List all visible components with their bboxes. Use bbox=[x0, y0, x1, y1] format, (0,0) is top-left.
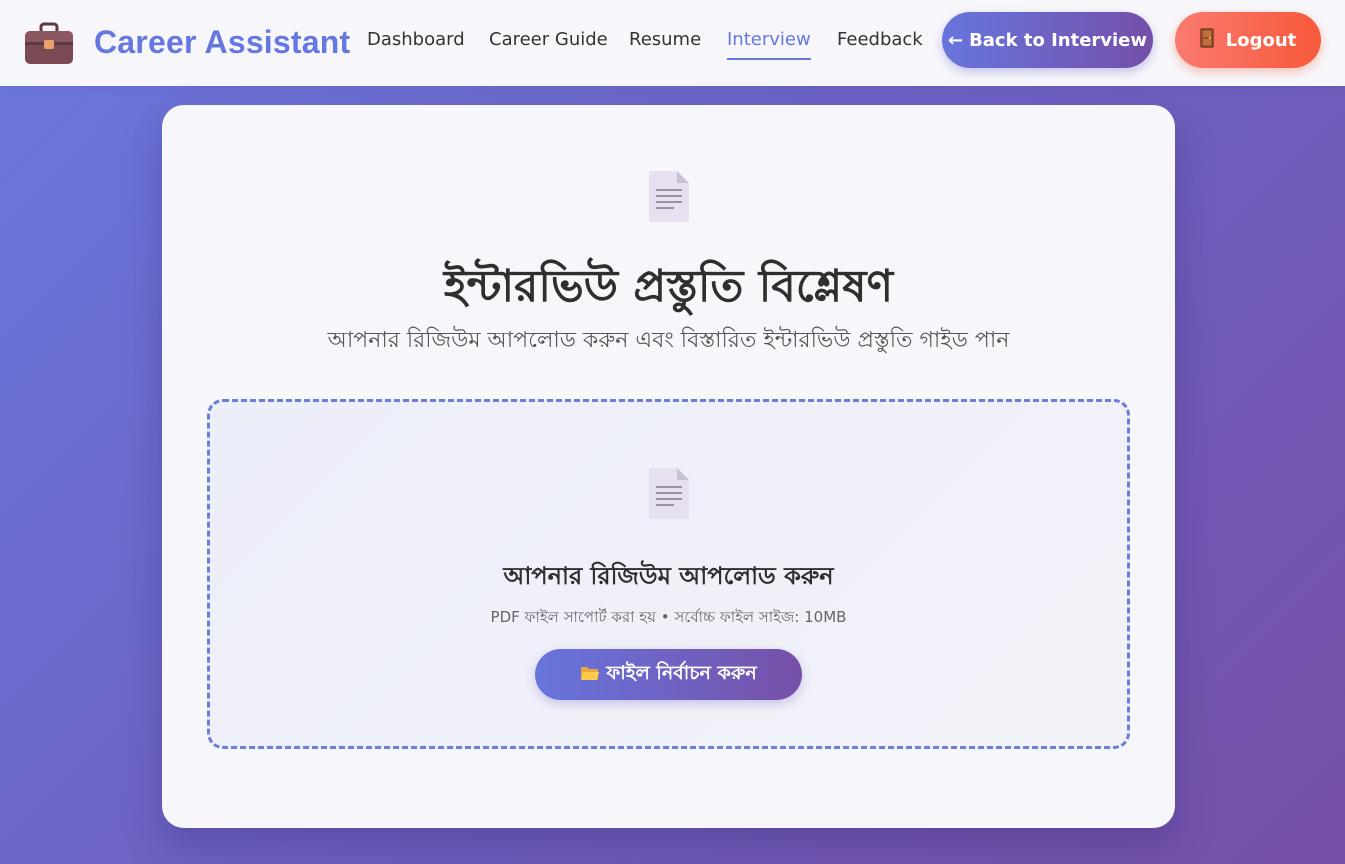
nav-link-interview[interactable]: Interview bbox=[727, 29, 811, 61]
brand-name: Career Assistant bbox=[94, 24, 351, 60]
nav-link-dashboard[interactable]: Dashboard bbox=[367, 29, 465, 61]
nav-link-career-guide[interactable]: Career Guide bbox=[489, 29, 608, 61]
nav-link-resume[interactable]: Resume bbox=[629, 29, 701, 61]
select-file-button[interactable]: ফাইল নির্বাচন করুন bbox=[535, 649, 802, 700]
document-icon bbox=[648, 170, 690, 227]
back-button-label: Back to Interview bbox=[969, 29, 1148, 51]
folder-icon bbox=[580, 664, 600, 686]
door-icon bbox=[1199, 27, 1214, 53]
upload-hint: PDF ফাইল সাপোর্ট করা হয় • সর্বোচ্চ ফাইল… bbox=[490, 608, 847, 626]
back-to-interview-button[interactable]: ← Back to Interview bbox=[942, 12, 1153, 68]
select-file-label: ফাইল নির্বাচন করুন bbox=[606, 661, 757, 684]
briefcase-icon bbox=[24, 22, 74, 66]
arrow-left-icon: ← bbox=[947, 29, 964, 51]
nav-link-feedback[interactable]: Feedback bbox=[837, 29, 923, 61]
logout-button[interactable]: Logout bbox=[1175, 12, 1321, 68]
document-icon bbox=[648, 467, 690, 524]
interview-analysis-card: ইন্টারভিউ প্রস্তুতি বিশ্লেষণ আপনার রিজিউ… bbox=[162, 105, 1175, 828]
resume-upload-dropzone[interactable]: আপনার রিজিউম আপলোড করুন PDF ফাইল সাপোর্ট… bbox=[207, 399, 1130, 749]
upload-title: আপনার রিজিউম আপলোড করুন bbox=[503, 562, 834, 590]
top-navbar: Career Assistant Dashboard Career Guide … bbox=[0, 0, 1345, 86]
brand[interactable]: Career Assistant bbox=[24, 22, 350, 66]
page-subtitle: আপনার রিজিউম আপলোড করুন এবং বিস্তারিত ইন… bbox=[327, 328, 1010, 353]
page-title: ইন্টারভিউ প্রস্তুতি বিশ্লেষণ bbox=[443, 261, 894, 312]
logout-label: Logout bbox=[1225, 29, 1297, 51]
